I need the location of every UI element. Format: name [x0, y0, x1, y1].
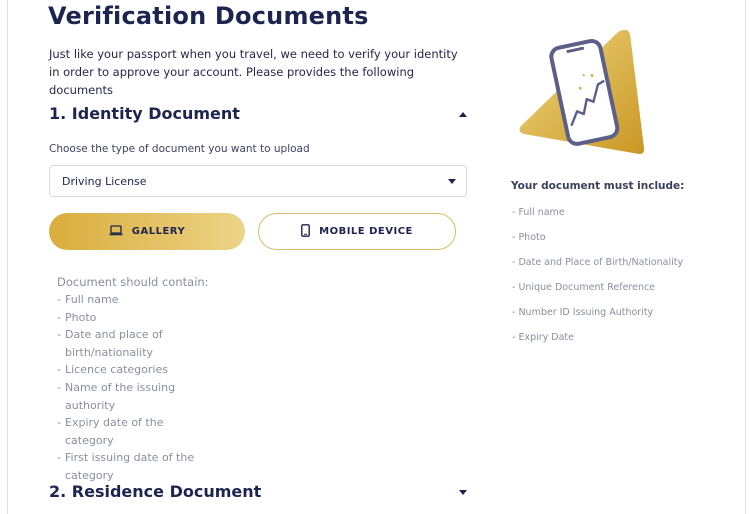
- page-title: Verification Documents: [48, 2, 369, 30]
- list-item: - Date and Place of Birth/Nationality: [512, 257, 684, 268]
- gallery-button-label: GALLERY: [131, 226, 186, 237]
- gallery-button[interactable]: GALLERY: [49, 213, 245, 250]
- list-item: - Name of the issuing authority: [57, 380, 176, 412]
- identity-document-heading[interactable]: 1. Identity Document: [49, 104, 240, 123]
- residence-document-heading[interactable]: 2. Residence Document: [49, 482, 261, 501]
- chevron-up-icon[interactable]: [459, 112, 467, 117]
- dropdown-arrow-icon: [448, 179, 456, 184]
- document-type-value: Driving License: [62, 175, 147, 188]
- list-item: - Full name: [512, 207, 565, 218]
- smartphone-icon: [301, 223, 311, 240]
- document-type-select[interactable]: Driving License: [49, 165, 467, 197]
- document-contain-panel: Document should contain: - Full name - Pho…: [57, 275, 210, 485]
- mobile-device-button-label: MOBILE DEVICE: [319, 226, 413, 237]
- document-type-label: Choose the type of document you want to …: [49, 143, 310, 155]
- intro-text: Just like your passport when you travel,…: [49, 47, 458, 97]
- list-item: - Unique Document Reference: [512, 282, 656, 293]
- list-item: - Date and place of birth/nationality: [57, 328, 163, 359]
- requirements-heading: Your document must include:: [511, 180, 685, 192]
- requirements-list: - Full name - Photo - Date and Place of …: [512, 207, 683, 357]
- list-item: - Expiry date of the category: [57, 416, 164, 447]
- list-item: - First issuing date of the category: [57, 451, 195, 482]
- list-item: - Licence categories: [57, 363, 168, 377]
- list-item: - Expiry Date: [512, 332, 575, 343]
- chevron-down-icon[interactable]: [459, 490, 467, 495]
- list-item: - Photo: [57, 310, 97, 324]
- list-item: - Number ID Issuing Authority: [512, 307, 654, 318]
- mobile-device-button[interactable]: MOBILE DEVICE: [258, 213, 456, 250]
- document-contain-heading: Document should contain:: [57, 275, 209, 289]
- list-item: - Full name: [57, 293, 119, 306]
- phone-chart-illustration: [516, 26, 646, 156]
- list-item: - Photo: [512, 232, 546, 243]
- laptop-icon: [109, 224, 123, 239]
- document-contain-list: - Full name - Photo - Date and place of bir…: [57, 291, 210, 485]
